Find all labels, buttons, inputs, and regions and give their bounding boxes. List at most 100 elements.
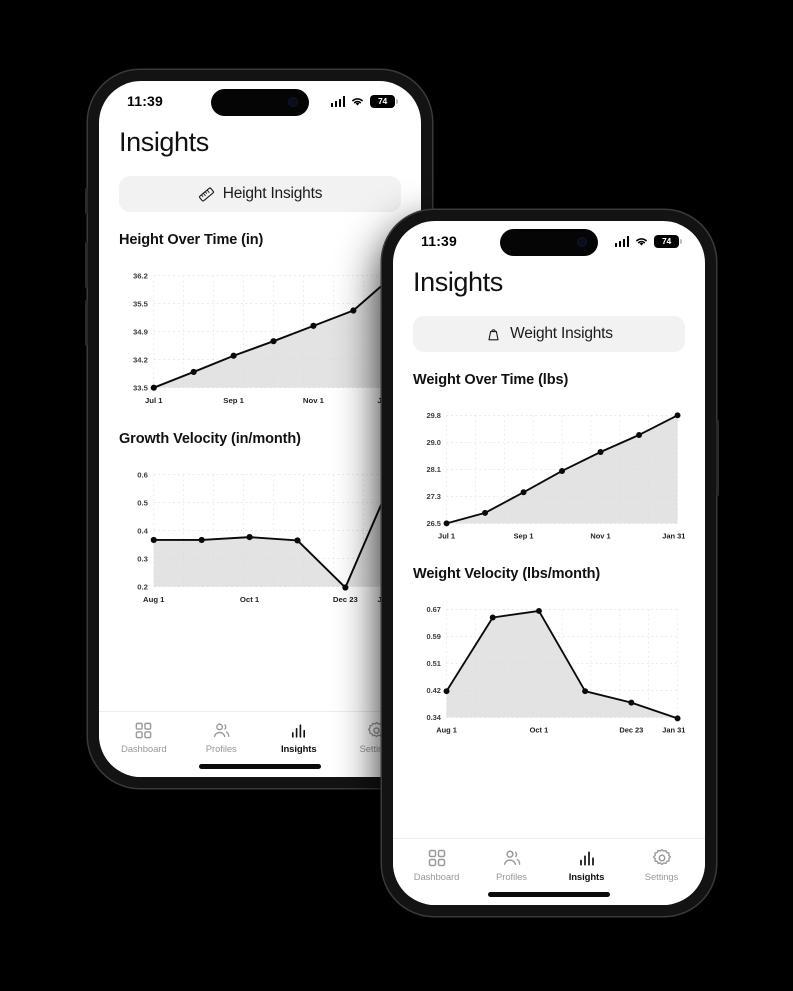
chart-area-fill bbox=[446, 610, 678, 719]
chart-data-point[interactable] bbox=[230, 352, 237, 359]
chart-data-point[interactable] bbox=[520, 489, 527, 496]
svg-text:Jul 1: Jul 1 bbox=[438, 531, 455, 540]
chart-data-point[interactable] bbox=[190, 368, 197, 376]
svg-text:0.34: 0.34 bbox=[426, 713, 441, 722]
chart-data-point[interactable] bbox=[342, 584, 349, 591]
tab-label-dashboard: Dashboard bbox=[120, 744, 167, 755]
svg-text:Jul 1: Jul 1 bbox=[145, 396, 163, 405]
svg-text:35.5: 35.5 bbox=[133, 300, 149, 309]
chart-data-point[interactable] bbox=[636, 431, 643, 438]
svg-text:0.3: 0.3 bbox=[137, 554, 148, 563]
chart-data-point[interactable] bbox=[559, 467, 566, 474]
dynamic-island bbox=[211, 89, 309, 116]
svg-text:0.42: 0.42 bbox=[426, 686, 440, 695]
volume-down-button[interactable] bbox=[85, 300, 88, 346]
chart-data-point[interactable] bbox=[150, 536, 157, 543]
tab-profiles[interactable]: Profiles bbox=[474, 848, 549, 883]
status-bar-indicators: 74 bbox=[614, 234, 682, 248]
chart-data-point[interactable] bbox=[535, 607, 542, 614]
home-indicator[interactable] bbox=[488, 891, 610, 897]
chart-data-point[interactable] bbox=[674, 412, 681, 419]
svg-text:Oct 1: Oct 1 bbox=[530, 725, 549, 734]
tab-profiles[interactable]: Profiles bbox=[183, 721, 261, 755]
chart-data-point[interactable] bbox=[310, 322, 317, 329]
svg-text:Nov 1: Nov 1 bbox=[303, 396, 325, 405]
svg-text:Jan 31: Jan 31 bbox=[662, 531, 685, 540]
wifi-icon bbox=[636, 237, 647, 246]
phone-device-weight: 11:39 74 Insights Weight Insights Weight… bbox=[382, 210, 719, 916]
phone-device-height: 11:39 74 Insights Height Insights Height… bbox=[85, 70, 435, 788]
svg-text:Dec 23: Dec 23 bbox=[619, 725, 643, 734]
tab-dashboard[interactable]: Dashboard bbox=[399, 848, 474, 883]
status-bar: 11:39 74 bbox=[393, 221, 705, 261]
chart-weight-velocity[interactable]: 0.67 0.59 0.51 0.42 0.34 Aug 1 Oct 1 Dec 23 Jan … bbox=[413, 600, 685, 740]
page-title: Insights bbox=[119, 127, 209, 157]
chart-area-fill bbox=[153, 476, 394, 588]
tab-insights[interactable]: Insights bbox=[260, 721, 338, 755]
chart-data-point[interactable] bbox=[482, 509, 489, 516]
chart-data-point[interactable] bbox=[628, 699, 635, 706]
svg-text:Aug 1: Aug 1 bbox=[143, 595, 165, 604]
height-insights-label: Height Insights bbox=[222, 185, 323, 202]
weight-insights-label: Weight Insights bbox=[510, 325, 613, 342]
svg-text:0.5: 0.5 bbox=[137, 498, 148, 507]
battery-level: 74 bbox=[661, 236, 672, 246]
battery-icon: 74 bbox=[654, 234, 682, 248]
chart-height-over-time[interactable]: 36.235.534.934.233.5Jul 1Sep 1Nov 1Jan 3… bbox=[119, 266, 401, 411]
tab-label-profiles: Profiles bbox=[496, 872, 527, 883]
chart-data-point[interactable] bbox=[443, 520, 450, 527]
chart-data-point[interactable] bbox=[198, 536, 205, 543]
insights-page-weight: Insights Weight Insights Weight Over Tim… bbox=[393, 261, 705, 838]
bar-chart-icon bbox=[292, 724, 306, 738]
chart-data-point[interactable] bbox=[489, 614, 496, 621]
line-chart: 29.8 29.0 28.1 27.3 26.5 Jul 1 Sep 1 Nov 1 Jan 3… bbox=[426, 411, 685, 540]
line-chart: 0.60.50.40.30.2Aug 1Oct 1Dec 23Jan 31 bbox=[137, 470, 401, 604]
chart-data-point[interactable] bbox=[582, 687, 589, 694]
chart-data-point[interactable] bbox=[270, 338, 277, 345]
tab-label-dashboard: Dashboard bbox=[413, 872, 460, 883]
weight-insights-toggle[interactable]: Weight Insights bbox=[413, 316, 685, 352]
grid-icon bbox=[428, 849, 445, 867]
line-chart: 36.235.534.934.233.5Jul 1Sep 1Nov 1Jan 3… bbox=[133, 272, 401, 406]
page-title: Insights bbox=[413, 267, 503, 297]
home-indicator[interactable] bbox=[199, 763, 321, 769]
svg-text:0.67: 0.67 bbox=[426, 605, 440, 614]
svg-text:28.1: 28.1 bbox=[426, 465, 440, 474]
tab-bar: Dashboard Profiles Insights Settings bbox=[393, 838, 705, 883]
svg-text:36.2: 36.2 bbox=[133, 272, 148, 281]
chart-title-weight-velocity: Weight Velocity (lbs/month) bbox=[413, 565, 601, 582]
status-bar-time: 11:39 bbox=[421, 233, 458, 249]
chart-data-point[interactable] bbox=[674, 715, 681, 722]
tab-label-insights: Insights bbox=[280, 744, 317, 755]
tab-settings[interactable]: Settings bbox=[624, 848, 699, 883]
dynamic-island bbox=[500, 229, 598, 256]
chart-title-growth-velocity: Growth Velocity (in/month) bbox=[119, 430, 301, 447]
tab-insights[interactable]: Insights bbox=[549, 848, 624, 883]
chart-block-growth-velocity: Growth Velocity (in/month) 0.6 0.5 0.4 0.3 0… bbox=[119, 431, 401, 616]
tab-dashboard[interactable]: Dashboard bbox=[105, 721, 183, 755]
svg-text:0.59: 0.59 bbox=[426, 632, 440, 641]
volume-up-button[interactable] bbox=[85, 242, 88, 288]
chart-data-point[interactable] bbox=[443, 687, 450, 694]
power-button[interactable] bbox=[716, 420, 719, 496]
weight-icon bbox=[488, 328, 499, 340]
chart-title-height-over-time: Height Over Time (in) bbox=[119, 232, 264, 248]
svg-text:33.5: 33.5 bbox=[133, 384, 149, 393]
svg-text:Oct 1: Oct 1 bbox=[240, 595, 260, 604]
chart-growth-velocity[interactable]: 0.60.50.40.30.2Aug 1Oct 1Dec 23Jan 31 bbox=[119, 465, 401, 610]
battery-level: 74 bbox=[377, 96, 388, 106]
svg-text:0.4: 0.4 bbox=[137, 526, 148, 535]
svg-text:0.6: 0.6 bbox=[137, 470, 148, 479]
cellular-signal-icon bbox=[330, 95, 345, 107]
front-camera-icon bbox=[288, 97, 298, 107]
chart-data-point[interactable] bbox=[597, 449, 604, 455]
chart-title-weight-over-time: Weight Over Time (lbs) bbox=[413, 372, 569, 388]
chart-data-point[interactable] bbox=[150, 384, 157, 391]
chart-data-point[interactable] bbox=[294, 537, 301, 544]
chart-weight-over-time[interactable]: 29.8 29.0 28.1 27.3 26.5 Jul 1 Sep 1 Nov 1 Jan 3… bbox=[413, 406, 685, 546]
svg-text:Aug 1: Aug 1 bbox=[436, 725, 457, 734]
height-insights-toggle[interactable]: Height Insights bbox=[119, 176, 401, 212]
chart-data-point[interactable] bbox=[246, 533, 253, 541]
mute-switch[interactable] bbox=[85, 188, 88, 214]
chart-data-point[interactable] bbox=[350, 307, 357, 314]
